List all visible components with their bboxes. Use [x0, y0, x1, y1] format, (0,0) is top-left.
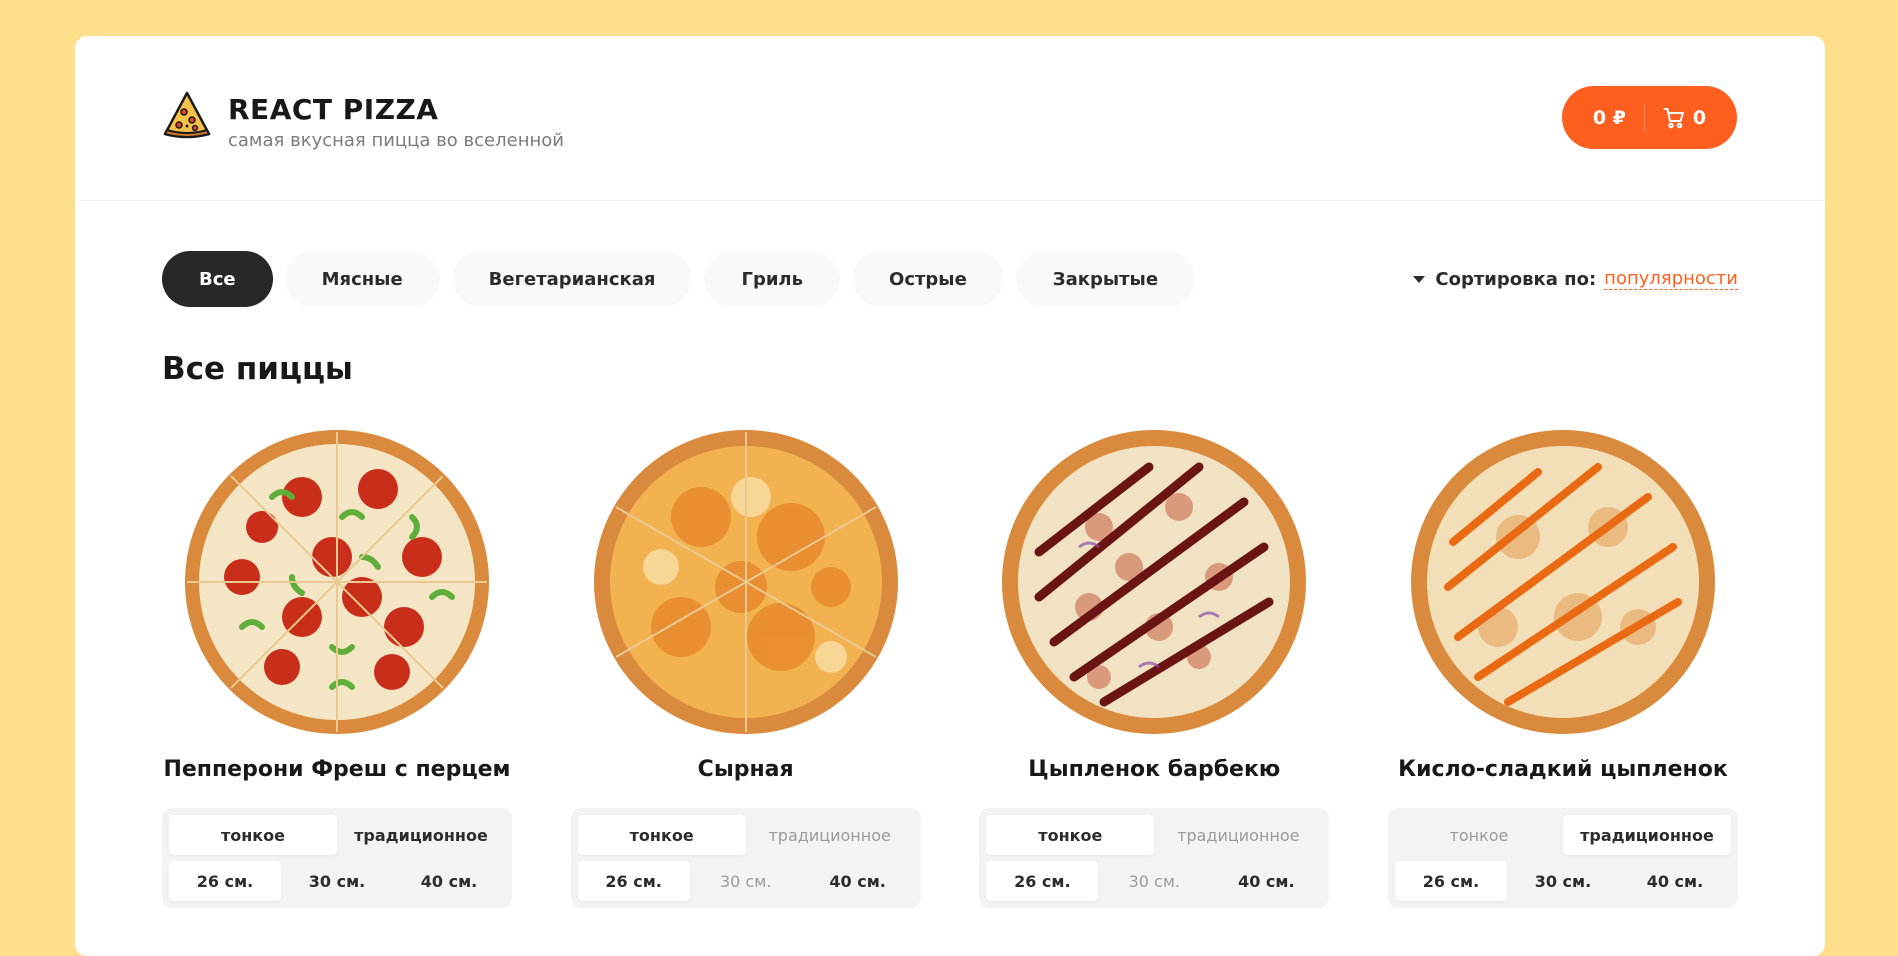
- category-meat[interactable]: Мясные: [284, 251, 440, 307]
- pizza-selector: тонкое традиционное 26 см. 30 см. 40 см.: [1387, 808, 1738, 908]
- pizza-list: Пепперони Фреш с перцем тонкое традицион…: [162, 427, 1738, 908]
- size-option[interactable]: 40 см.: [393, 861, 505, 901]
- sort-label: Сортировка по:: [1435, 268, 1597, 290]
- logo[interactable]: REACT PIZZA самая вкусная пицца во вселе…: [162, 88, 564, 151]
- triangle-down-icon: [1413, 275, 1426, 283]
- pizza-image: [1002, 430, 1307, 734]
- pizza-slice-icon: [163, 91, 211, 139]
- sort: Сортировка по: популярности: [1413, 268, 1738, 290]
- section-title: Все пиццы: [162, 351, 353, 387]
- size-option[interactable]: 40 см.: [1619, 861, 1731, 901]
- size-option[interactable]: 26 см.: [169, 861, 281, 901]
- size-option[interactable]: 30 см.: [281, 861, 393, 901]
- category-closed[interactable]: Закрытые: [1015, 251, 1196, 307]
- size-option[interactable]: 26 см.: [577, 861, 690, 901]
- pizza-image: [185, 430, 489, 734]
- category-grill[interactable]: Гриль: [704, 251, 841, 307]
- cart-divider: [1643, 103, 1645, 132]
- size-option: 30 см.: [1128, 871, 1181, 891]
- dough-type-option[interactable]: тонкое: [577, 815, 746, 855]
- dough-type-option[interactable]: традиционное: [337, 815, 505, 855]
- dough-type-option[interactable]: тонкое: [169, 815, 337, 855]
- pizza-card: Пепперони Фреш с перцем тонкое традицион…: [162, 427, 512, 908]
- size-option[interactable]: 30 см.: [1507, 861, 1619, 901]
- pizza-selector: тонкое традиционное 26 см. 30 см. 40 см.: [570, 808, 921, 908]
- pizza-name: Сырная: [697, 757, 794, 782]
- size-option[interactable]: 40 см.: [1210, 861, 1322, 901]
- brand-title: REACT PIZZA: [228, 93, 439, 126]
- category-vegetarian[interactable]: Вегетарианская: [451, 251, 693, 307]
- dough-type-option: тонкое: [1449, 825, 1509, 845]
- top-bar: Все Мясные Вегетарианская Гриль Острые З…: [162, 251, 1738, 307]
- content: Все Мясные Вегетарианская Гриль Острые З…: [75, 251, 1825, 908]
- category-all[interactable]: Все: [162, 251, 273, 307]
- pizza-image: [593, 430, 898, 734]
- pizza-card: Цыпленок барбекю тонкое традиционное 26 …: [979, 427, 1330, 908]
- pizza-image: [1410, 430, 1715, 734]
- cart-count: 0: [1692, 106, 1707, 129]
- pizza-name: Цыпленок барбекю: [1028, 757, 1281, 782]
- pizza-card: Сырная тонкое традиционное 26 см. 30 см.…: [570, 427, 921, 908]
- dough-type-option[interactable]: традиционное: [1562, 815, 1731, 855]
- sort-value[interactable]: популярности: [1604, 268, 1738, 290]
- pizza-selector: тонкое традиционное 26 см. 30 см. 40 см.: [162, 808, 512, 908]
- pizza-selector: тонкое традиционное 26 см. 30 см. 40 см.: [979, 808, 1330, 908]
- category-spicy[interactable]: Острые: [852, 251, 1004, 307]
- brand-subtitle: самая вкусная пицца во вселенной: [228, 130, 564, 151]
- size-option[interactable]: 26 см.: [1394, 861, 1507, 901]
- size-option: 30 см.: [719, 871, 772, 891]
- pizza-name: Пепперони Фреш с перцем: [163, 757, 511, 782]
- pizza-name: Кисло-сладкий цыпленок: [1398, 757, 1728, 782]
- cart-price: 0 ₽: [1592, 106, 1626, 129]
- dough-type-option: традиционное: [1177, 825, 1300, 845]
- pizza-card: Кисло-сладкий цыпленок тонкое традиционн…: [1387, 427, 1738, 908]
- dough-type-option: традиционное: [768, 825, 891, 845]
- size-option[interactable]: 40 см.: [802, 861, 914, 901]
- dough-type-option[interactable]: тонкое: [986, 815, 1155, 855]
- app-wrapper: REACT PIZZA самая вкусная пицца во вселе…: [75, 36, 1825, 956]
- header: REACT PIZZA самая вкусная пицца во вселе…: [75, 36, 1825, 201]
- size-option[interactable]: 26 см.: [986, 861, 1099, 901]
- cart-icon: [1663, 107, 1684, 128]
- cart-button[interactable]: 0 ₽ 0: [1562, 86, 1737, 149]
- category-list: Все Мясные Вегетарианская Гриль Острые З…: [162, 251, 1196, 307]
